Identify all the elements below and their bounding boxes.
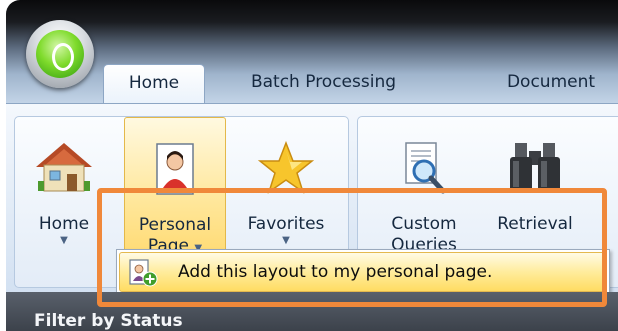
home-button[interactable]: Home ▼ [31, 117, 97, 267]
retrieval-button[interactable]: Retrieval [482, 117, 588, 267]
personal-page-icon [153, 142, 197, 200]
personal-page-dropdown: Add this layout to my personal page. [116, 249, 610, 295]
custom-queries-button[interactable]: Custom Queries [374, 117, 474, 267]
add-layout-label: Add this layout to my personal page. [178, 262, 493, 282]
favorites-button-label: Favorites ▼ [237, 214, 335, 247]
app-orb-ring [52, 43, 74, 71]
add-to-personal-page-icon [128, 259, 158, 291]
application-window: Home Batch Processing Document Home ▼ Pe… [0, 0, 618, 331]
app-orb-icon[interactable] [26, 20, 94, 88]
tab-batch-processing[interactable]: Batch Processing [231, 64, 416, 104]
binoculars-icon [507, 141, 563, 199]
filter-by-status-label: Filter by Status [34, 311, 183, 331]
add-layout-to-personal-page-item[interactable]: Add this layout to my personal page. [119, 252, 607, 292]
chevron-down-icon: ▼ [60, 235, 68, 246]
star-icon [257, 140, 315, 199]
personal-page-button[interactable]: Personal Page ▼ [124, 117, 226, 269]
magnifier-document-icon [400, 141, 448, 199]
ribbon-tab-bar: Home Batch Processing Document [6, 0, 618, 105]
app-orb-center [36, 30, 84, 78]
tab-document[interactable]: Document [492, 64, 610, 104]
retrieval-button-label: Retrieval [497, 214, 573, 234]
custom-queries-label-line1: Custom [391, 214, 457, 234]
personal-page-label-line1: Personal [138, 215, 212, 235]
house-icon [34, 141, 94, 197]
chevron-down-icon: ▼ [282, 235, 290, 246]
home-button-label: Home ▼ [31, 214, 97, 247]
tab-home[interactable]: Home [103, 64, 205, 105]
status-filter-bar: Filter by Status [6, 292, 618, 331]
favorites-button[interactable]: Favorites ▼ [237, 117, 335, 267]
